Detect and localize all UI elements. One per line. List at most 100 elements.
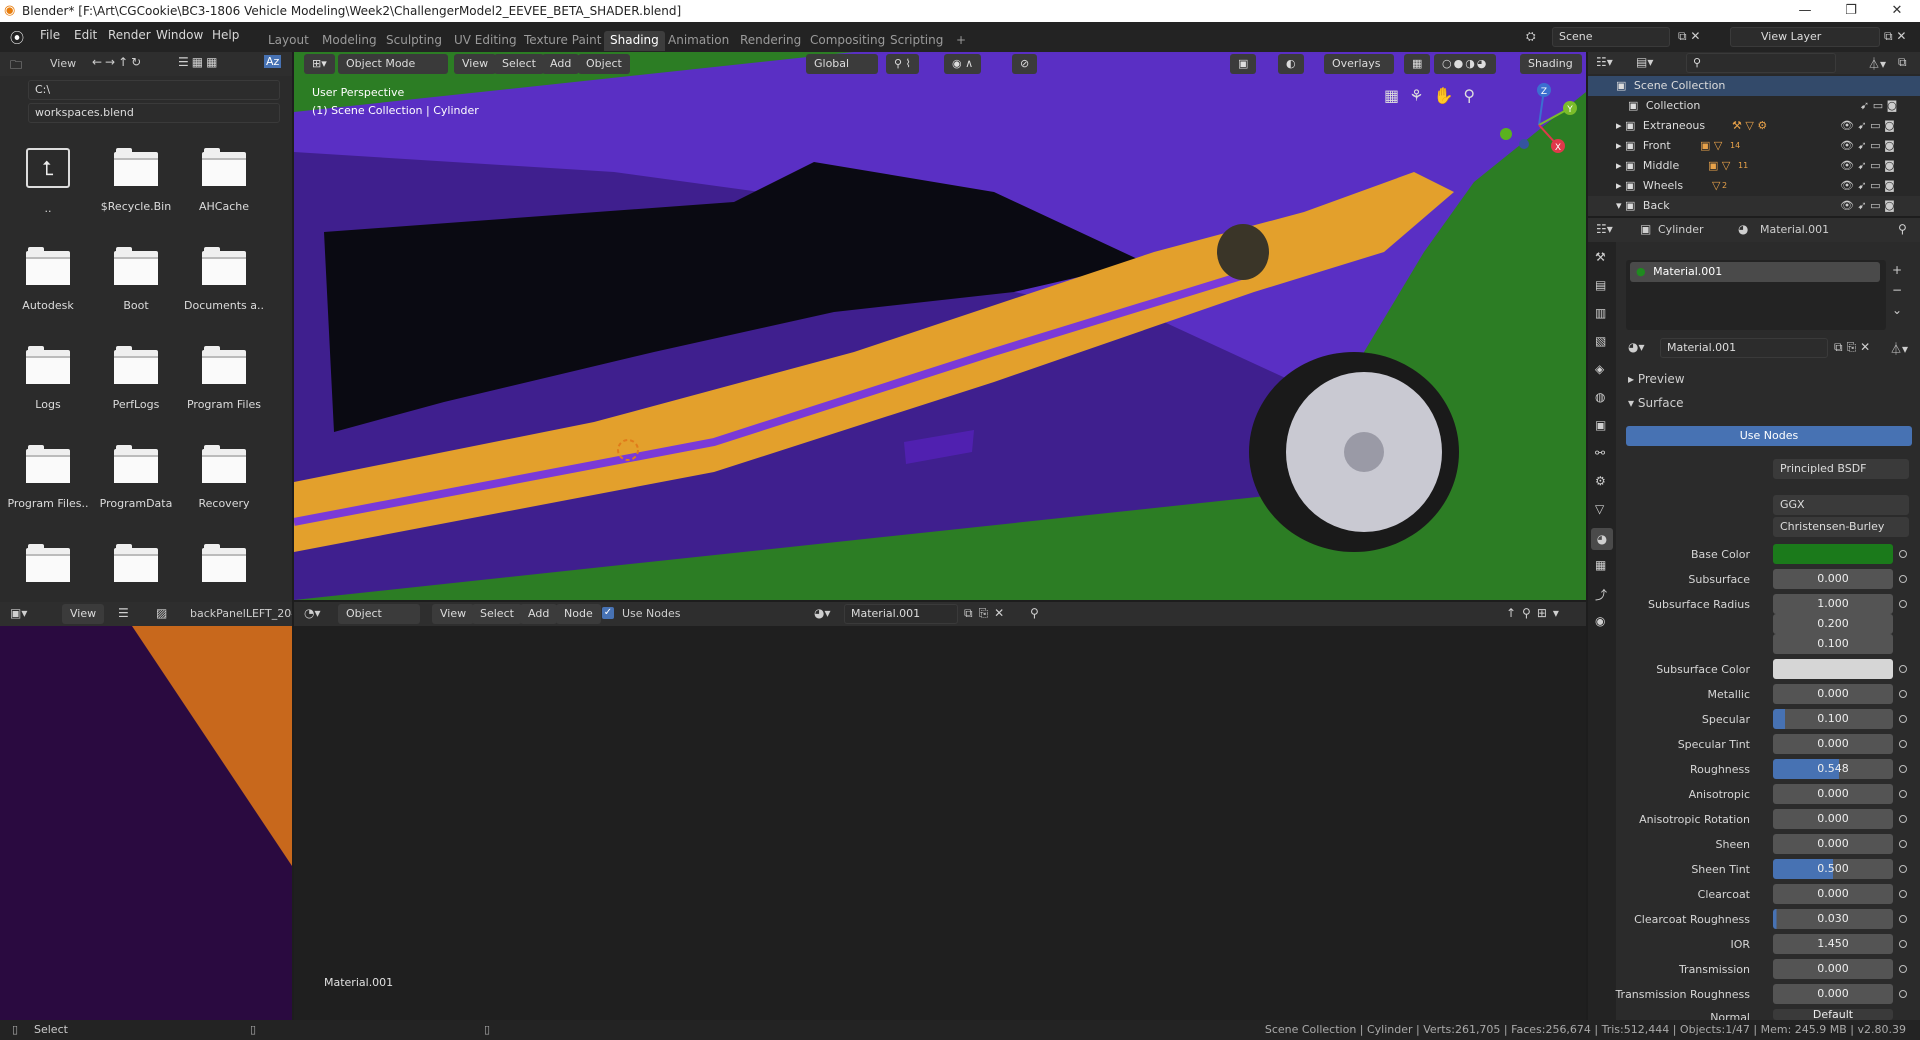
outliner-row[interactable]: ▸ ▣ Middle ▣ ▽ 11 👁 ➹ ▭ ◙: [1588, 156, 1920, 176]
blender-menu-icon[interactable]: ⦿: [10, 28, 24, 48]
object-type-visibility-icon[interactable]: ▣: [1230, 54, 1257, 74]
image-editor-view-menu[interactable]: View: [62, 604, 105, 624]
viewport-menu-select[interactable]: Select: [494, 54, 544, 74]
file-item-parent[interactable]: ⮤ ..: [6, 136, 90, 232]
tab-texture-paint[interactable]: Texture Paint: [518, 31, 607, 51]
view-layer-tab-icon[interactable]: ▧: [1595, 334, 1606, 348]
sort-icon[interactable]: Az: [264, 55, 282, 68]
nav-arrows-icon[interactable]: ←→↑↻: [92, 55, 144, 69]
scene-selector[interactable]: Scene: [1552, 27, 1670, 47]
visibility-icons[interactable]: 👁 ➹ ▭ ◙: [1840, 136, 1895, 156]
visibility-icons[interactable]: 👁 ➹ ▭ ◙: [1840, 116, 1895, 136]
minimize-button[interactable]: —: [1782, 0, 1828, 22]
material-icon[interactable]: ◕▾: [814, 606, 831, 620]
menu-file[interactable]: File: [40, 28, 60, 42]
distribution-dropdown[interactable]: GGX: [1773, 495, 1909, 515]
file-path-field[interactable]: C:\: [28, 80, 280, 100]
outliner-row-scene-collection[interactable]: ▣ Scene Collection: [1588, 76, 1920, 96]
tab-modeling[interactable]: Modeling: [316, 31, 383, 51]
xray-icon[interactable]: ▦: [1404, 54, 1431, 74]
use-nodes-button[interactable]: Use Nodes: [1626, 426, 1912, 446]
data-tab-icon[interactable]: ▽: [1595, 502, 1604, 516]
overlays-dropdown[interactable]: Overlays: [1324, 54, 1394, 74]
gizmo-axis-neg-z[interactable]: [1519, 139, 1529, 149]
tool-tab-icon[interactable]: ⚒: [1595, 250, 1606, 264]
show-gizmo-icon[interactable]: ◐: [1278, 54, 1304, 74]
editor-type-icon[interactable]: ▣▾: [10, 606, 27, 620]
scene-close-icon[interactable]: ⧉ ✕: [1678, 29, 1700, 44]
editor-type-icon[interactable]: 🗀: [10, 56, 22, 77]
pin-icon[interactable]: ⚲: [1898, 222, 1907, 236]
tab-sculpting[interactable]: Sculpting: [380, 31, 448, 51]
outliner-row[interactable]: ▣ Collection ➹ ▭ ◙: [1588, 96, 1920, 116]
node-editor[interactable]: ◔▾ Object View Select Add Node ✓ Use Nod…: [294, 602, 1586, 1020]
scene-tab-icon[interactable]: ◈: [1595, 362, 1604, 376]
outliner-row[interactable]: ▸ ▣ Extraneous ⚒ ▽ ⚙ 👁 ➹ ▭ ◙: [1588, 116, 1920, 136]
pin-icon[interactable]: ⚲: [1030, 606, 1039, 620]
object-tab-icon[interactable]: ▣: [1595, 418, 1606, 432]
material-actions-icons[interactable]: ⧉⎘✕: [1834, 340, 1874, 355]
node-menu-view[interactable]: View: [432, 604, 475, 624]
file-item[interactable]: Documents a..: [182, 235, 266, 331]
menu-render[interactable]: Render: [108, 28, 151, 42]
3d-viewport[interactable]: ⊞▾ Object Mode View Select Add Object Gl…: [294, 52, 1586, 600]
image-editor[interactable]: ▣▾ View ☰ ▨ backPanelLEFT_204: [0, 602, 292, 1020]
file-browser-view-menu[interactable]: View: [50, 57, 76, 70]
file-item[interactable]: PerfLogs: [94, 334, 178, 430]
file-name-field[interactable]: workspaces.blend: [28, 103, 280, 123]
visibility-icons[interactable]: 👁 ➹ ▭ ◙: [1840, 196, 1895, 216]
expand-arrow-icon[interactable]: ▸ ▣: [1588, 139, 1635, 152]
slot-actions-icons[interactable]: + − ⌄: [1892, 260, 1902, 320]
snap-icon[interactable]: ⚲ ⌇: [886, 54, 919, 74]
visibility-icons[interactable]: 👁 ➹ ▭ ◙: [1840, 176, 1895, 196]
subsurface-method-dropdown[interactable]: Christensen-Burley: [1773, 517, 1909, 537]
render-tab-icon[interactable]: ▤: [1595, 278, 1606, 292]
file-item[interactable]: Recovery: [182, 433, 266, 529]
viewport-menu-object[interactable]: Object: [578, 54, 630, 74]
particles-tab-icon[interactable]: ◉: [1595, 614, 1605, 628]
constraints-tab-icon[interactable]: ⚯: [1595, 446, 1605, 460]
tab-scripting[interactable]: Scripting: [884, 31, 949, 51]
tab-layout[interactable]: Layout: [262, 31, 315, 51]
gizmo-axis-neg-y[interactable]: [1500, 128, 1512, 140]
viewport-menu-add[interactable]: Add: [542, 54, 580, 74]
gizmo-icon[interactable]: ⊘: [1012, 54, 1038, 74]
material-link-icon[interactable]: ⏃▾: [1890, 340, 1908, 357]
transform-orientation-dropdown[interactable]: Global: [806, 54, 878, 74]
viewport-menu-view[interactable]: View: [454, 54, 497, 74]
filter-icon[interactable]: ⏃▾: [1868, 55, 1886, 72]
image-name-field[interactable]: backPanelLEFT_204: [190, 607, 292, 620]
maximize-button[interactable]: ❐: [1828, 0, 1874, 22]
surface-shader-dropdown[interactable]: Principled BSDF: [1773, 459, 1909, 479]
file-item[interactable]: Boot: [94, 235, 178, 331]
add-workspace-button[interactable]: +: [950, 31, 972, 51]
shading-dropdown[interactable]: Shading: [1520, 54, 1582, 74]
editor-type-icon[interactable]: ☷▾: [1596, 55, 1613, 69]
output-tab-icon[interactable]: ▥: [1595, 306, 1606, 320]
new-collection-icon[interactable]: ⧉: [1898, 55, 1907, 70]
display-mode-icon[interactable]: ▤▾: [1636, 55, 1653, 69]
file-item[interactable]: Program Files: [182, 334, 266, 430]
tab-rendering[interactable]: Rendering: [734, 31, 807, 51]
file-item[interactable]: Logs: [6, 334, 90, 430]
node-object-dropdown[interactable]: Object: [338, 604, 420, 624]
material-browse-icon[interactable]: ◕▾: [1628, 340, 1645, 354]
outliner-row[interactable]: ▸ ▣ Front ▣ ▽ 14 👁 ➹ ▭ ◙: [1588, 136, 1920, 156]
file-item[interactable]: AHCache: [182, 136, 266, 232]
physics-tab-icon[interactable]: ⤴: [1595, 586, 1607, 603]
viewport-nav-icons[interactable]: ▦⚘✋⚲: [1384, 86, 1485, 105]
node-menu-add[interactable]: Add: [520, 604, 558, 624]
display-mode-icon[interactable]: ☰▦▦: [178, 55, 220, 69]
visibility-icons[interactable]: ➹ ▭ ◙: [1860, 96, 1897, 116]
view-layer-close-icon[interactable]: ⧉ ✕: [1884, 29, 1906, 44]
shading-mode-icons[interactable]: ○●◑◕: [1434, 54, 1497, 74]
material-name-field[interactable]: Material.001: [1660, 338, 1828, 358]
modifiers-tab-icon[interactable]: ⚙: [1595, 474, 1606, 488]
editor-type-icon[interactable]: ◔▾: [304, 606, 321, 620]
file-item[interactable]: Program Files..: [6, 433, 90, 529]
menu-window[interactable]: Window: [156, 28, 203, 42]
expand-arrow-icon[interactable]: ▸ ▣: [1588, 119, 1635, 132]
outliner-row[interactable]: ▸ ▣ Wheels ▽ 2 👁 ➹ ▭ ◙: [1588, 176, 1920, 196]
file-item[interactable]: $Recycle.Bin: [94, 136, 178, 232]
menu-edit[interactable]: Edit: [74, 28, 97, 42]
